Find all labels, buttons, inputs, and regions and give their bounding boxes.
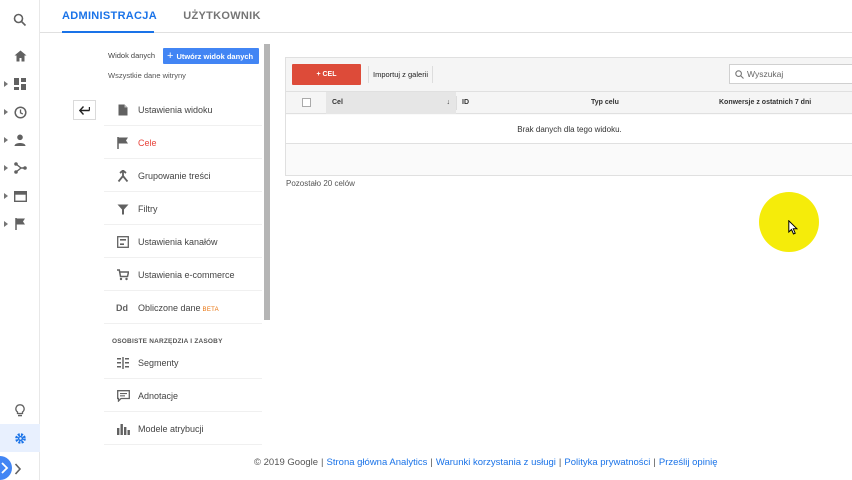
mouse-pointer-icon bbox=[788, 220, 798, 235]
menu-item-content-grouping[interactable]: Grupowanie treści bbox=[104, 160, 262, 192]
import-from-gallery-button[interactable]: Importuj z galerii bbox=[368, 66, 434, 83]
menu-item-channel-settings[interactable]: Ustawienia kanałów bbox=[104, 226, 262, 258]
menu-item-calculated-metrics[interactable]: Dd Obliczone dane BETA bbox=[104, 292, 262, 324]
select-all-checkbox[interactable] bbox=[302, 98, 311, 107]
table-header: Cel ↓ ID Typ celu Konwersje z ostatnich … bbox=[286, 92, 852, 114]
home-icon[interactable] bbox=[0, 42, 40, 70]
footer: © 2019 Google | Strona główna Analytics | Wa… bbox=[254, 457, 718, 468]
left-nav-rail bbox=[0, 0, 40, 480]
chevron-right-icon bbox=[0, 456, 12, 480]
arrow-left-icon bbox=[79, 105, 90, 115]
column-divider bbox=[456, 96, 457, 110]
segments-icon bbox=[116, 356, 130, 370]
beta-badge: BETA bbox=[202, 306, 219, 313]
gear-icon[interactable] bbox=[0, 424, 40, 452]
menu-item-label: Ustawienia kanałów bbox=[138, 236, 218, 247]
filter-icon bbox=[116, 202, 130, 216]
menu-item-label: Grupowanie treści bbox=[138, 170, 211, 181]
menu-item-label: Modele atrybucji bbox=[138, 423, 204, 434]
footer-link-analytics-home[interactable]: Strona główna Analytics bbox=[327, 457, 428, 468]
add-goal-button[interactable]: + CEL bbox=[292, 64, 361, 85]
menu-item-filters[interactable]: Filtry bbox=[104, 193, 262, 225]
menu-item-view-settings[interactable]: Ustawienia widoku bbox=[104, 94, 262, 126]
person-icon[interactable] bbox=[0, 126, 40, 154]
lightbulb-icon[interactable] bbox=[0, 396, 40, 424]
menu-item-label: Obliczone dane BETA bbox=[138, 303, 219, 313]
column-header-label: Cel bbox=[332, 99, 343, 106]
back-button[interactable] bbox=[73, 100, 96, 120]
remaining-goals-text: Pozostało 20 celów bbox=[286, 179, 355, 188]
menu-item-attribution-models[interactable]: Modele atrybucji bbox=[104, 413, 262, 445]
tab-administration[interactable]: ADMINISTRACJA bbox=[62, 0, 157, 33]
copyright-text: © 2019 Google bbox=[254, 457, 319, 468]
attribution-icon bbox=[116, 422, 130, 436]
column-header-conversions[interactable]: Konwersje z ostatnich 7 dni bbox=[719, 92, 811, 114]
menu-item-annotations[interactable]: Adnotacje bbox=[104, 380, 262, 412]
flag-icon[interactable] bbox=[0, 210, 40, 238]
menu-item-ecommerce-settings[interactable]: Ustawienia e-commerce bbox=[104, 259, 262, 291]
sort-down-icon: ↓ bbox=[446, 99, 451, 106]
top-tabs: ADMINISTRACJA UŻYTKOWNIK bbox=[40, 0, 852, 33]
section-heading: OSOBISTE NARZĘDZIA I ZASOBY bbox=[112, 338, 223, 345]
channels-icon bbox=[116, 235, 130, 249]
menu-item-label: Segmenty bbox=[138, 357, 179, 368]
chevron-right-icon bbox=[14, 462, 22, 480]
view-selector[interactable]: Wszystkie dane witryny bbox=[108, 71, 186, 80]
search-input[interactable] bbox=[747, 69, 847, 79]
menu-item-label-text: Obliczone dane bbox=[138, 302, 201, 313]
view-label: Widok danych bbox=[108, 51, 156, 60]
goals-toolbar: + CEL Importuj z galerii bbox=[286, 58, 852, 92]
search-icon[interactable] bbox=[0, 6, 40, 34]
menu-item-label: Ustawienia widoku bbox=[138, 104, 213, 115]
column-header-id[interactable]: ID bbox=[462, 92, 469, 114]
menu-item-label: Filtry bbox=[138, 203, 158, 214]
create-view-label: Utwórz widok danych bbox=[176, 51, 254, 61]
column-header-goal[interactable]: Cel ↓ bbox=[326, 92, 456, 114]
menu-item-segments[interactable]: Segmenty bbox=[104, 347, 262, 379]
document-icon bbox=[116, 103, 130, 117]
calculated-metrics-icon: Dd bbox=[116, 303, 128, 313]
clock-icon[interactable] bbox=[0, 98, 40, 126]
plus-icon: + bbox=[167, 49, 174, 62]
dashboard-icon[interactable] bbox=[0, 70, 40, 98]
acquisition-icon[interactable] bbox=[0, 154, 40, 182]
menu-item-goals[interactable]: Cele bbox=[104, 127, 262, 159]
column-header-goal-type[interactable]: Typ celu bbox=[591, 92, 619, 114]
expand-rail-button[interactable] bbox=[0, 456, 40, 480]
menu-item-label: Cele bbox=[138, 137, 157, 148]
view-settings-panel: Widok danych + Utwórz widok danych Wszys… bbox=[104, 44, 270, 480]
grouping-icon bbox=[116, 169, 130, 183]
search-field[interactable] bbox=[729, 64, 852, 84]
flag-icon bbox=[116, 136, 130, 150]
footer-link-privacy[interactable]: Polityka prywatności bbox=[564, 457, 650, 468]
goals-table: + CEL Importuj z galerii Cel ↓ ID Typ ce… bbox=[285, 57, 852, 176]
behavior-icon[interactable] bbox=[0, 182, 40, 210]
empty-state-row: Brak danych dla tego widoku. bbox=[286, 115, 852, 144]
footer-link-terms[interactable]: Warunki korzystania z usługi bbox=[436, 457, 556, 468]
cart-icon bbox=[116, 268, 130, 282]
menu-item-label: Ustawienia e-commerce bbox=[138, 269, 235, 280]
tab-user[interactable]: UŻYTKOWNIK bbox=[174, 0, 270, 33]
search-icon bbox=[735, 69, 744, 79]
panel-scrollbar[interactable] bbox=[264, 44, 270, 320]
footer-link-feedback[interactable]: Prześlij opinię bbox=[659, 457, 718, 468]
create-view-button[interactable]: + Utwórz widok danych bbox=[163, 48, 259, 64]
annotations-icon bbox=[116, 389, 130, 403]
menu-item-label: Adnotacje bbox=[138, 390, 179, 401]
